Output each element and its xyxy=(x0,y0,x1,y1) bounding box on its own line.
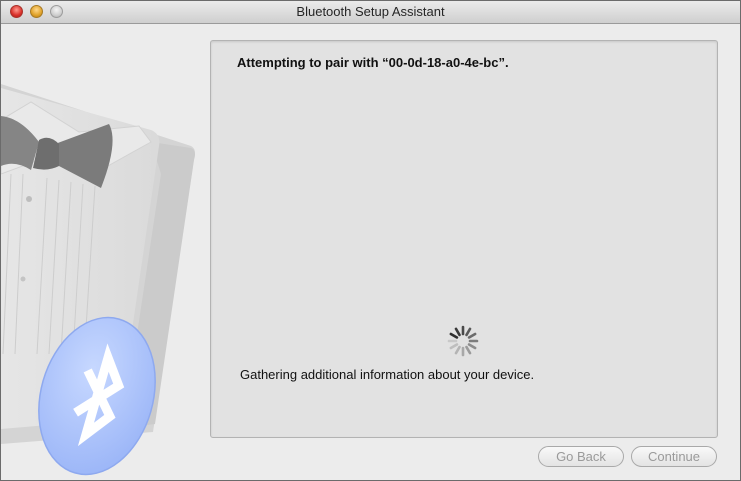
tuxedo-illustration xyxy=(1,84,195,476)
title-bar[interactable]: Bluetooth Setup Assistant xyxy=(1,1,740,24)
pairing-panel: Attempting to pair with “00-0d-18-a0-4e-… xyxy=(210,40,718,438)
go-back-button[interactable]: Go Back xyxy=(538,446,624,467)
pairing-heading: Attempting to pair with “00-0d-18-a0-4e-… xyxy=(237,55,509,70)
progress-spinner-icon xyxy=(447,325,479,357)
status-text: Gathering additional information about y… xyxy=(240,367,535,382)
window-content: Attempting to pair with “00-0d-18-a0-4e-… xyxy=(1,24,740,480)
window-title: Bluetooth Setup Assistant xyxy=(296,4,445,19)
bluetooth-setup-window: Bluetooth Setup Assistant Attempting to … xyxy=(0,0,741,481)
continue-button[interactable]: Continue xyxy=(631,446,717,467)
